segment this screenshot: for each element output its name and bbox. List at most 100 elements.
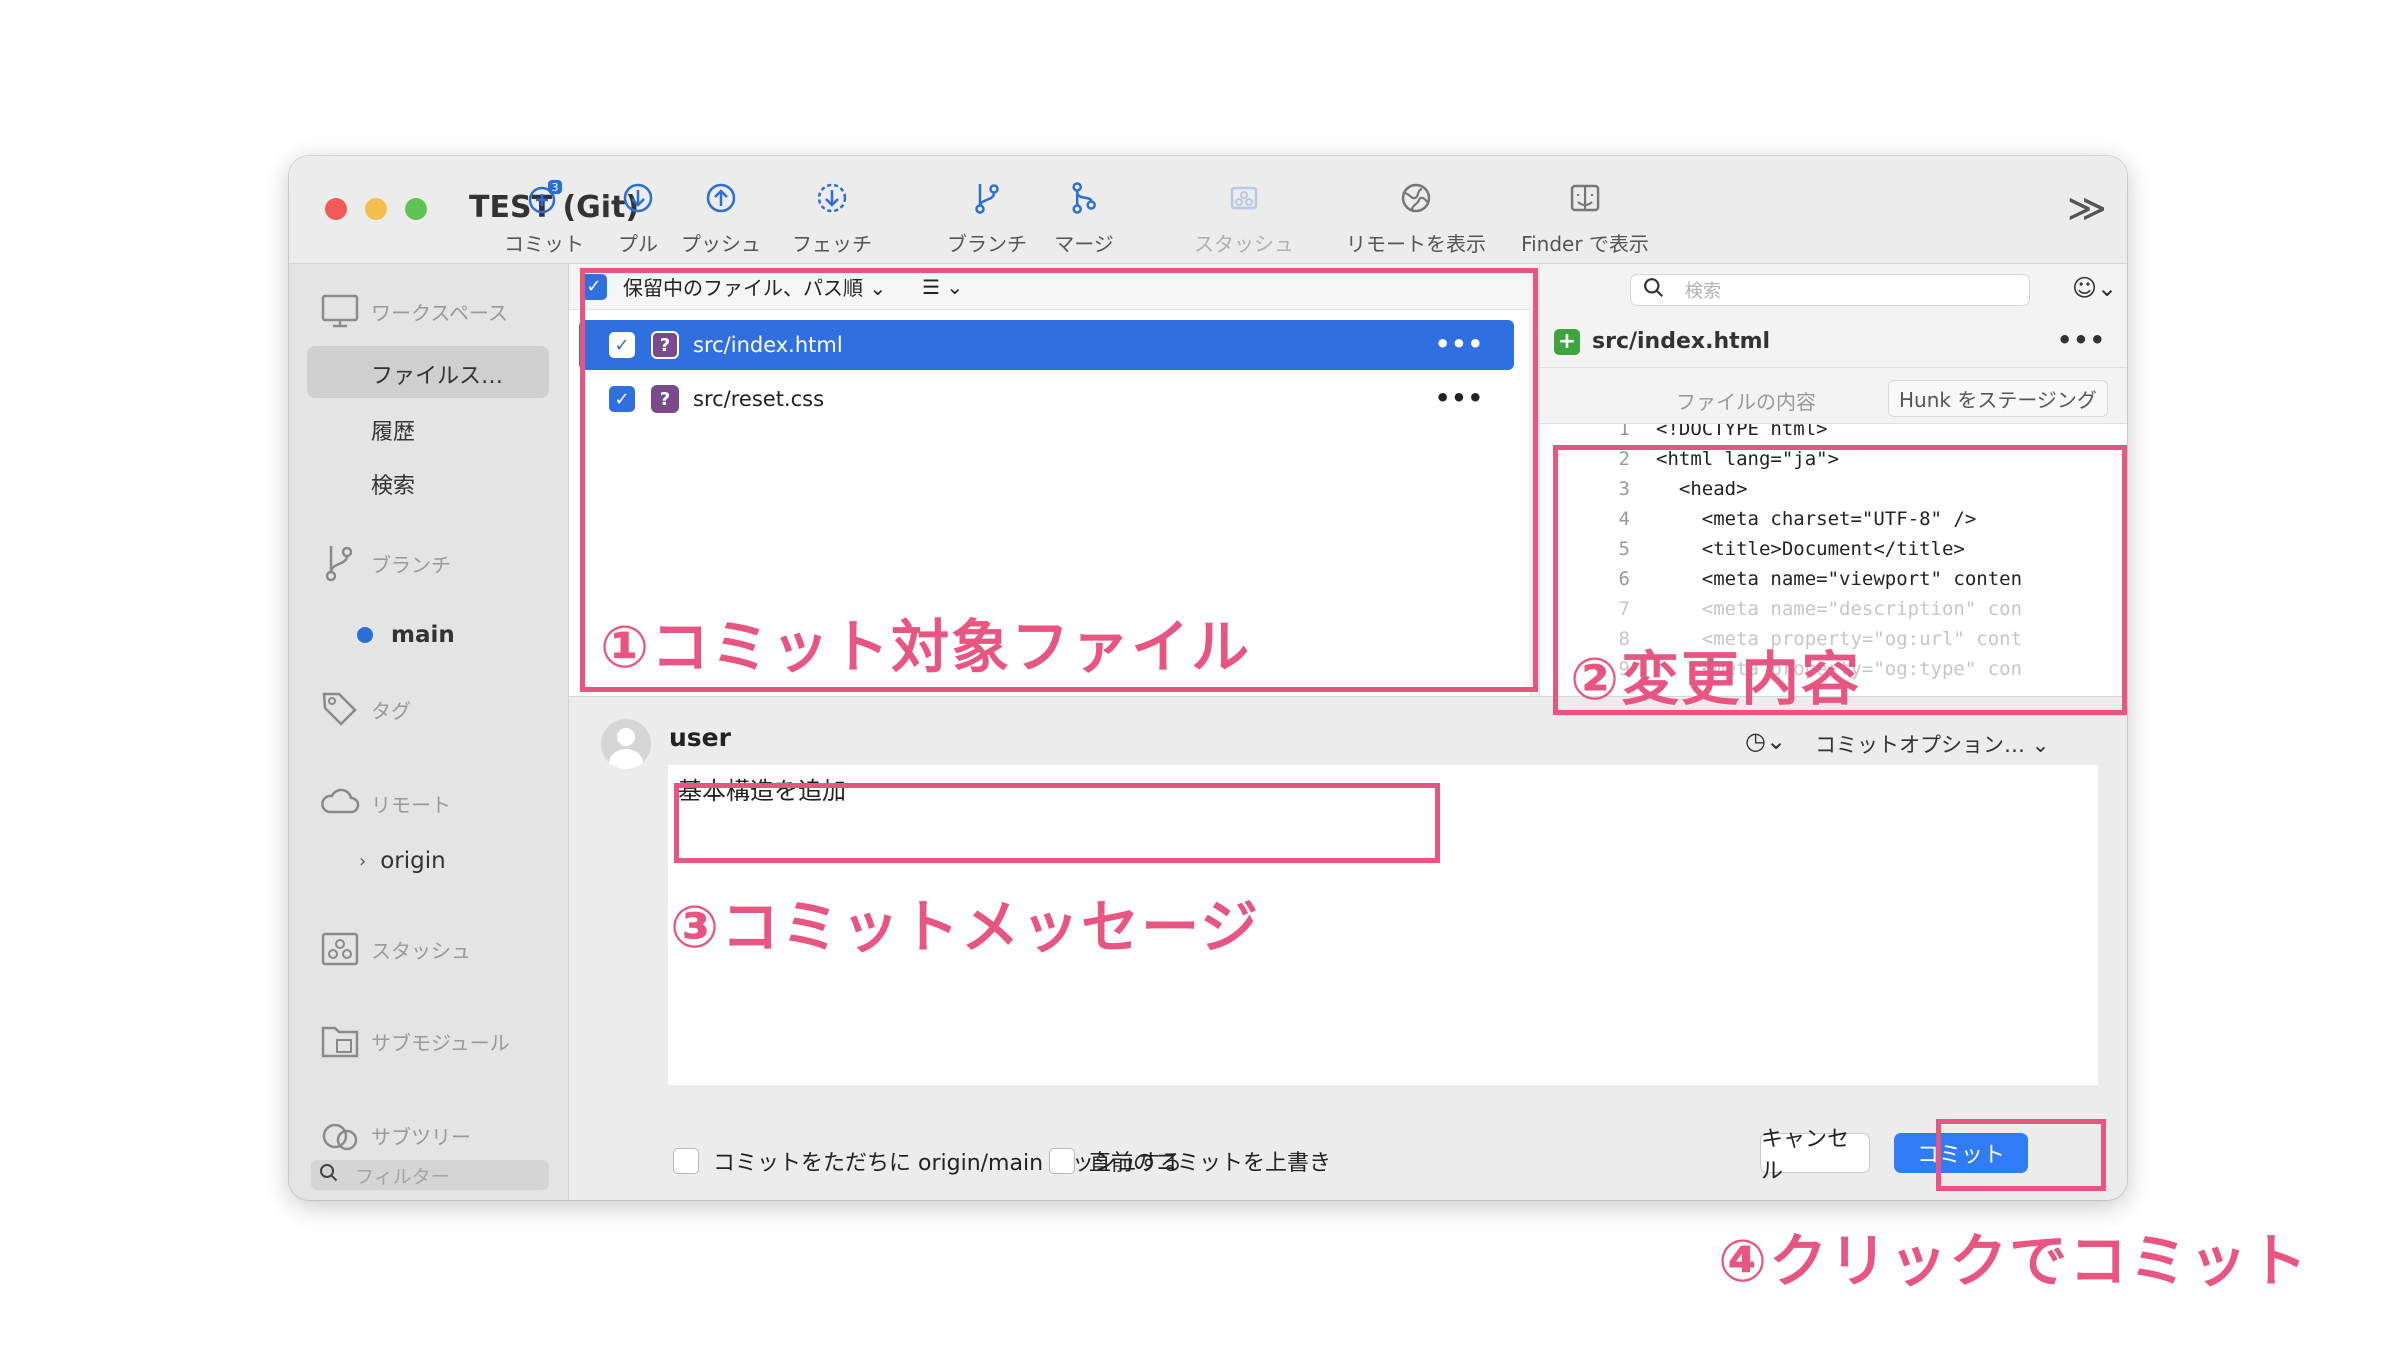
code-line: 7 <meta name="description" con <box>1618 598 2023 620</box>
chevron-down-icon: ⌄ <box>869 276 887 300</box>
sidebar-section-branches[interactable]: ブランチ <box>319 542 451 584</box>
chevron-down-icon: ⌄ <box>946 274 964 299</box>
added-file-plus-icon: + <box>1554 328 1580 355</box>
toolbar-finder-label: Finder で表示 <box>1521 232 1649 256</box>
amend-label: 直前のコミットを上書き <box>1089 1151 1332 1176</box>
toolbar-overflow-icon[interactable]: ≫ <box>2067 186 2107 230</box>
hunk-bar: ファイルの内容 Hunk をステージング <box>1540 368 2127 424</box>
sidebar-section-submodules[interactable]: サブモジュール <box>319 1020 510 1062</box>
toolbar-branch-button[interactable]: ブランチ <box>947 178 1027 257</box>
search-icon <box>1643 277 1665 304</box>
list-view-dropdown[interactable]: ☰ ⌄ <box>922 275 963 299</box>
diff-search-input[interactable]: 検索 <box>1630 274 2030 306</box>
code-line: 6 <meta name="viewport" conten <box>1618 568 2023 590</box>
sidebar-submodules-label: サブモジュール <box>371 1030 510 1055</box>
sidebar-tags-label: タグ <box>371 698 411 723</box>
sidebar-item-search[interactable]: 検索 <box>371 468 415 500</box>
sort-mode-dropdown[interactable]: 保留中のファイル、パス順 ⌄ <box>623 272 886 301</box>
zoom-window-button[interactable] <box>405 198 427 220</box>
sidebar-section-tags[interactable]: タグ <box>319 688 411 730</box>
globe-icon <box>1401 183 1431 213</box>
history-clock-icon[interactable]: ◷⌄ <box>1745 727 1786 755</box>
sidebar-section-stashes[interactable]: スタッシュ <box>319 928 471 970</box>
sidebar-section-subtrees[interactable]: サブツリー <box>319 1114 471 1156</box>
sidebar-stashes-label: スタッシュ <box>371 938 471 963</box>
fetch-icon <box>817 183 847 213</box>
sidebar-section-workspace[interactable]: ワークスペース <box>319 290 508 332</box>
emoji-menu-icon[interactable]: ☺⌄ <box>2072 274 2117 302</box>
file-stage-checkbox[interactable]: ✓ <box>609 386 635 412</box>
subtree-icon <box>322 1123 358 1151</box>
commit-options-dropdown[interactable]: コミットオプション… ⌄ <box>1815 729 2049 759</box>
sidebar-branches-label: ブランチ <box>371 552 451 577</box>
toolbar: TEST (Git) 3 コミット プル プッシュ フェッチ ブランチ マージ … <box>289 156 2127 264</box>
branch-icon <box>325 546 353 582</box>
current-branch-dot <box>357 627 373 643</box>
submodule-icon <box>321 1026 359 1058</box>
toolbar-pull-label: プル <box>618 232 658 256</box>
toolbar-stash-button[interactable]: スタッシュ <box>1194 178 1294 257</box>
stage-hunk-button[interactable]: Hunk をステージング <box>1888 380 2108 417</box>
file-actions-ellipsis-icon[interactable]: ••• <box>1435 330 1484 358</box>
filter-placeholder: フィルター <box>355 1165 450 1188</box>
svg-text:3: 3 <box>552 181 559 194</box>
sidebar-filter-input[interactable]: フィルター <box>311 1160 549 1190</box>
toolbar-remote-label: リモートを表示 <box>1346 232 1486 256</box>
amend-option[interactable]: 直前のコミットを上書き <box>1049 1145 1331 1177</box>
toolbar-push-button[interactable]: プッシュ <box>681 178 761 257</box>
file-row-index-html[interactable]: ✓ ? src/index.html ••• <box>579 320 1514 370</box>
toolbar-finder-button[interactable]: Finder で表示 <box>1521 178 1649 257</box>
code-line: 2 <html lang="ja"> <box>1618 448 1840 470</box>
toolbar-commit-button[interactable]: 3 コミット <box>504 178 584 257</box>
minimize-window-button[interactable] <box>365 198 387 220</box>
toolbar-commit-label: コミット <box>504 232 584 256</box>
toolbar-remote-button[interactable]: リモートを表示 <box>1346 178 1486 257</box>
sidebar-section-remotes[interactable]: リモート <box>319 782 451 824</box>
pull-icon <box>623 183 653 213</box>
search-icon <box>319 1163 339 1188</box>
merge-icon <box>1072 182 1096 214</box>
code-line: 3 <head> <box>1618 478 1748 500</box>
monitor-icon <box>321 294 359 328</box>
file-stage-checkbox[interactable]: ✓ <box>609 332 635 358</box>
diff-file-name: src/index.html <box>1592 329 1771 354</box>
file-row-reset-css[interactable]: ✓ ? src/reset.css ••• <box>579 374 1514 424</box>
cancel-button[interactable]: キャンセル <box>1760 1127 1870 1184</box>
stash-icon <box>321 932 359 966</box>
commit-plus-icon: 3 <box>528 180 562 214</box>
toolbar-stash-label: スタッシュ <box>1194 232 1294 256</box>
sidebar-subtrees-label: サブツリー <box>371 1124 471 1149</box>
annotation-commit-message: ③コミットメッセージ <box>670 893 1260 961</box>
pending-files-header: ✓ 保留中のファイル、パス順 ⌄ ☰ ⌄ <box>569 264 1529 310</box>
chevron-right-icon: › <box>359 850 367 872</box>
push-icon <box>706 183 736 213</box>
branch-icon <box>975 184 999 214</box>
close-window-button[interactable] <box>325 198 347 220</box>
annotation-click-to-commit: ④クリックでコミット <box>1718 1227 2310 1295</box>
diff-actions-ellipsis-icon[interactable]: ••• <box>2057 326 2106 354</box>
list-icon: ☰ <box>922 274 941 299</box>
toolbar-merge-button[interactable]: マージ <box>1054 178 1114 257</box>
sidebar-item-branch-main[interactable]: main <box>357 622 455 648</box>
cloud-icon <box>321 788 360 814</box>
chevron-down-icon: ⌄ <box>2031 733 2050 757</box>
sidebar-item-remote-origin[interactable]: › origin <box>359 848 446 874</box>
commit-button[interactable]: コミット <box>1894 1133 2028 1173</box>
sidebar-workspace-label: ワークスペース <box>371 300 508 325</box>
amend-checkbox[interactable] <box>1049 1148 1075 1174</box>
file-actions-ellipsis-icon[interactable]: ••• <box>1435 384 1484 412</box>
commit-author: user <box>669 723 731 752</box>
sidebar: ワークスペース ファイルス… 履歴 検索 ブランチ main タグ リモート ›… <box>289 264 569 1200</box>
finder-icon <box>1570 184 1600 212</box>
file-name: src/index.html <box>693 333 843 357</box>
select-all-checkbox[interactable]: ✓ <box>581 273 607 300</box>
branch-main-label: main <box>391 622 455 648</box>
push-immediately-checkbox[interactable] <box>673 1148 699 1174</box>
sidebar-item-history[interactable]: 履歴 <box>371 414 415 446</box>
sidebar-item-file-status[interactable]: ファイルス… <box>371 358 503 390</box>
toolbar-pull-button[interactable]: プル <box>618 178 658 257</box>
stash-icon <box>1230 186 1258 210</box>
toolbar-fetch-button[interactable]: フェッチ <box>792 178 872 257</box>
file-name: src/reset.css <box>693 387 825 411</box>
avatar <box>601 719 651 769</box>
